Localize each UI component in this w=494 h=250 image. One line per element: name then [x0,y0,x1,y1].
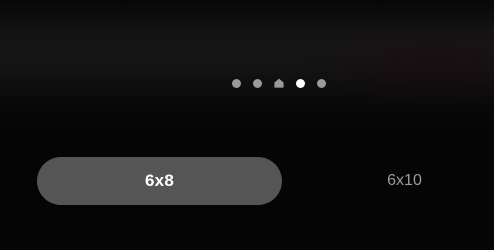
size-option-6x10[interactable]: 6x10 [332,157,477,205]
page-dot-2[interactable] [253,78,262,88]
page-dot-4-active[interactable] [296,78,305,88]
size-option-6x8-selected[interactable]: 6x8 [37,157,282,205]
page-indicator[interactable] [232,77,326,89]
size-option-label: 6x10 [387,172,422,189]
page-dot-5[interactable] [317,78,326,88]
house-icon[interactable] [274,78,284,88]
background-gradient [0,0,494,130]
size-option-label: 6x8 [145,171,174,190]
screen: 6x8 6x10 [0,0,494,250]
page-dot-1[interactable] [232,78,241,88]
